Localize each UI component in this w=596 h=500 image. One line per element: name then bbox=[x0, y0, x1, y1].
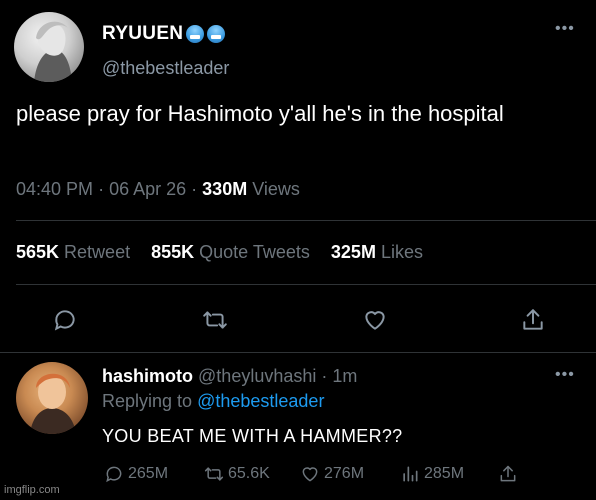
share-icon bbox=[500, 465, 516, 482]
retweet-icon bbox=[204, 467, 224, 481]
avatar-portrait-icon bbox=[30, 373, 76, 434]
share-icon bbox=[523, 309, 543, 330]
retweets-stat[interactable]: 565K Retweet bbox=[16, 242, 135, 262]
likes-count: 325M bbox=[330, 242, 376, 262]
replying-to: Replying to @thebestleader bbox=[102, 391, 324, 412]
replying-handle-link[interactable]: @thebestleader bbox=[197, 391, 324, 411]
divider bbox=[16, 220, 596, 221]
reply-icon bbox=[54, 310, 75, 331]
reply-handle-time[interactable]: @theyluvhashi · 1m bbox=[198, 366, 357, 386]
more-options-icon[interactable]: ••• bbox=[555, 20, 575, 38]
retweets-count: 565K bbox=[16, 242, 60, 262]
retweets-label: Retweet bbox=[64, 242, 131, 262]
divider bbox=[0, 352, 596, 353]
like-button[interactable] bbox=[360, 305, 390, 335]
heart-icon bbox=[302, 467, 318, 482]
separator-dot: · bbox=[191, 179, 198, 199]
cold-face-emoji-icon bbox=[207, 25, 226, 43]
reply-likes-count: 276M bbox=[324, 465, 365, 482]
divider bbox=[16, 284, 596, 285]
views-chart-icon bbox=[403, 466, 418, 482]
quotes-stat[interactable]: 855K Quote Tweets bbox=[151, 242, 315, 262]
reply-reply-button[interactable]: 265M bbox=[104, 464, 168, 484]
tweet-meta: 04:40 PM · 06 Apr 26 · 330M Views bbox=[16, 179, 300, 200]
tweet-text: please pray for Hashimoto y'all he's in … bbox=[16, 101, 504, 126]
cold-face-emoji-icon bbox=[186, 25, 205, 43]
reply-icon bbox=[106, 466, 122, 483]
reply-share-button[interactable] bbox=[498, 464, 522, 484]
views-count: 330M bbox=[202, 179, 248, 199]
replying-prefix: Replying to bbox=[102, 391, 193, 411]
avatar-portrait-icon bbox=[34, 21, 72, 82]
reply-replies-count: 265M bbox=[128, 465, 169, 482]
avatar[interactable] bbox=[14, 12, 84, 82]
reply-retweet-button[interactable]: 65.6K bbox=[204, 464, 270, 484]
likes-label: Likes bbox=[380, 242, 423, 262]
username-handle[interactable]: @thebestleader bbox=[102, 58, 229, 79]
reply-like-button[interactable]: 276M bbox=[300, 464, 364, 484]
quotes-label: Quote Tweets bbox=[199, 242, 310, 262]
display-name[interactable]: RYUUEN bbox=[102, 23, 226, 45]
share-button[interactable] bbox=[518, 305, 548, 335]
likes-stat[interactable]: 325M Likes bbox=[331, 242, 423, 262]
reply-header: hashimoto @theyluvhashi · 1m bbox=[102, 366, 357, 387]
views-label: Views bbox=[252, 179, 300, 199]
reply-views-count: 285M bbox=[424, 465, 465, 482]
tweet-date[interactable]: 06 Apr 26 bbox=[109, 179, 186, 199]
reply-display-name[interactable]: hashimoto bbox=[102, 366, 193, 386]
separator-dot: · bbox=[98, 179, 105, 199]
heart-icon bbox=[365, 311, 385, 330]
display-name-text: RYUUEN bbox=[102, 23, 184, 44]
watermark: imgflip.com bbox=[4, 484, 60, 496]
reply-avatar[interactable] bbox=[16, 362, 88, 434]
retweet-icon bbox=[203, 311, 227, 329]
quotes-count: 855K bbox=[151, 242, 195, 262]
retweet-button[interactable] bbox=[200, 305, 230, 335]
reply-views-button[interactable]: 285M bbox=[400, 464, 464, 484]
reply-text: YOU BEAT ME WITH A HAMMER?? bbox=[102, 426, 403, 446]
reply-retweets-count: 65.6K bbox=[228, 465, 270, 482]
reply-more-options-icon[interactable]: ••• bbox=[555, 366, 575, 384]
tweet-time[interactable]: 04:40 PM bbox=[16, 179, 93, 199]
engagement-stats: 565K Retweet 855K Quote Tweets 325M Like… bbox=[16, 242, 439, 263]
reply-button[interactable] bbox=[50, 305, 80, 335]
